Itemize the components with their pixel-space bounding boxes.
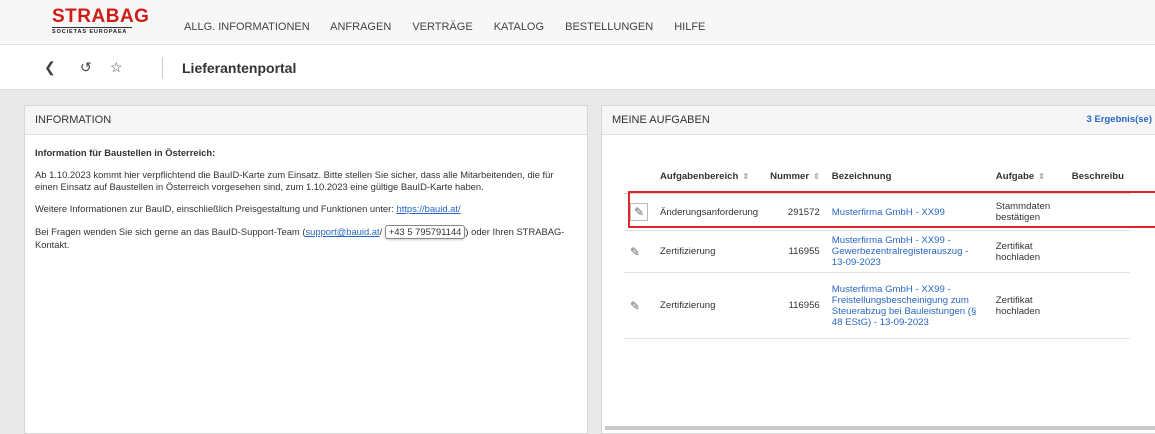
cell-aufgabenbereich: Zertifizierung — [654, 272, 765, 339]
sort-icon[interactable]: ⇕ — [1038, 172, 1045, 181]
info-paragraph-3-text: Bei Fragen wenden Sie sich gerne an das … — [35, 226, 306, 237]
menu-item-hilfe[interactable]: HILFE — [674, 21, 705, 33]
cell-aufgabenbereich: Zertifizierung — [654, 230, 765, 273]
cell-bezeichnung-link[interactable]: Musterfirma GmbH - XX99 - Freistellungsb… — [825, 272, 990, 339]
cell-nummer: 116955 — [764, 230, 826, 273]
menu-item-bestellungen[interactable]: BESTELLUNGEN — [565, 21, 653, 33]
cell-nummer: 116956 — [764, 272, 826, 339]
cell-beschreibung — [1065, 193, 1131, 231]
info-paragraph-3: Bei Fragen wenden Sie sich gerne an das … — [35, 225, 577, 251]
menu-item-vertraege[interactable]: VERTRÄGE — [412, 21, 472, 33]
horizontal-scrollbar[interactable] — [605, 426, 1155, 430]
logo-subtitle: SOCIETAS EUROPAEA — [52, 27, 132, 35]
sort-icon[interactable]: ⇕ — [813, 172, 820, 181]
column-header-bezeichnung: Bezeichnung — [825, 159, 990, 194]
column-header-beschreibung: Beschreibu — [1065, 159, 1131, 194]
edit-cell: ✎ — [624, 230, 654, 273]
cell-bezeichnung-link[interactable]: Musterfirma GmbH - XX99 — [825, 193, 990, 231]
page-title: Lieferantenportal — [182, 60, 297, 76]
logo-text: STRABAG — [52, 6, 150, 27]
top-navigation-bar: STRABAG SOCIETAS EUROPAEA ALLG. INFORMAT… — [0, 0, 1155, 45]
chevron-left-icon[interactable]: ❮ — [44, 59, 56, 76]
info-paragraph-1: Ab 1.10.2023 kommt hier verpflichtend di… — [35, 169, 554, 192]
column-label: Nummer — [770, 170, 810, 182]
history-icon[interactable]: ↺ — [80, 59, 92, 76]
table-row[interactable]: ✎ Zertifizierung 116955 Musterfirma GmbH… — [624, 230, 1131, 273]
cell-nummer: 291572 — [764, 193, 826, 231]
information-panel-header: INFORMATION — [25, 106, 587, 135]
column-label: Aufgabe — [995, 170, 1035, 182]
info-paragraph-2-text: Weitere Informationen zur BauID, einschl… — [35, 203, 397, 214]
cell-beschreibung — [1065, 230, 1131, 273]
pencil-icon[interactable]: ✎ — [630, 299, 640, 313]
cell-beschreibung — [1065, 272, 1131, 339]
sort-icon[interactable]: ⇕ — [742, 172, 749, 181]
toolbar-divider — [162, 57, 163, 79]
cell-aufgabe: Zertifikat hochladen — [989, 272, 1066, 339]
tasks-table-wrapper: Aufgabenbereich ⇕ Nummer ⇕ Bezeichnung Auf… — [602, 135, 1155, 339]
info-paragraph-2: Weitere Informationen zur BauID, einschl… — [35, 203, 577, 215]
column-header-aufgabenbereich[interactable]: Aufgabenbereich ⇕ — [654, 159, 765, 194]
column-label: Aufgabenbereich — [660, 170, 739, 182]
separator: / — [379, 226, 383, 237]
support-email-link[interactable]: support@bauid.at — [305, 226, 379, 237]
menu-item-katalog[interactable]: KATALOG — [494, 21, 544, 33]
menu-item-anfragen[interactable]: ANFRAGEN — [330, 21, 391, 33]
bauid-link[interactable]: https://bauid.at/ — [396, 203, 460, 214]
pencil-icon[interactable]: ✎ — [630, 203, 648, 221]
edit-cell: ✎ — [624, 272, 654, 339]
pencil-icon[interactable]: ✎ — [630, 245, 640, 259]
cell-bezeichnung-link[interactable]: Musterfirma GmbH - XX99 - Gewerbezentral… — [825, 230, 990, 273]
cell-aufgabenbereich: Änderungsanforderung — [654, 193, 765, 231]
table-header-row: Aufgabenbereich ⇕ Nummer ⇕ Bezeichnung Auf… — [624, 159, 1131, 194]
column-label: Beschreibu — [1071, 170, 1125, 182]
main-menu: ALLG. INFORMATIONEN ANFRAGEN VERTRÄGE KA… — [184, 21, 723, 33]
phone-tooltip: +43 5 795791144 — [384, 225, 466, 239]
tasks-panel-title: MEINE AUFGABEN — [612, 114, 710, 126]
strabag-logo[interactable]: STRABAG SOCIETAS EUROPAEA — [52, 6, 150, 35]
page-toolbar: ❮ ↺ ☆ Lieferantenportal — [0, 45, 1155, 90]
tasks-panel: MEINE AUFGABEN 3 Ergebnis(se) Aufgabenbe… — [601, 105, 1155, 434]
column-header-nummer[interactable]: Nummer ⇕ — [764, 159, 826, 194]
edit-cell: ✎ — [624, 193, 654, 231]
menu-item-allg-informationen[interactable]: ALLG. INFORMATIONEN — [184, 21, 310, 33]
star-outline-icon[interactable]: ☆ — [110, 59, 123, 76]
column-header-aufgabe[interactable]: Aufgabe ⇕ — [989, 159, 1066, 194]
column-header-edit — [624, 159, 654, 194]
column-label: Bezeichnung — [831, 170, 892, 182]
results-count: 3 Ergebnis(se) — [1086, 114, 1152, 125]
table-row[interactable]: ✎ Änderungsanforderung 291572 Musterfirm… — [624, 193, 1131, 231]
information-panel-body: Information für Baustellen in Österreich… — [25, 135, 587, 273]
cell-aufgabe: Stammdaten bestätigen — [989, 193, 1066, 231]
cell-aufgabe: Zertifikat hochladen — [989, 230, 1066, 273]
info-title: Information für Baustellen in Österreich… — [35, 147, 216, 158]
tasks-panel-header: MEINE AUFGABEN 3 Ergebnis(se) — [602, 106, 1155, 135]
tasks-table: Aufgabenbereich ⇕ Nummer ⇕ Bezeichnung Auf… — [624, 159, 1131, 339]
table-row[interactable]: ✎ Zertifizierung 116956 Musterfirma GmbH… — [624, 272, 1131, 339]
information-panel: INFORMATION Information für Baustellen i… — [24, 105, 588, 434]
